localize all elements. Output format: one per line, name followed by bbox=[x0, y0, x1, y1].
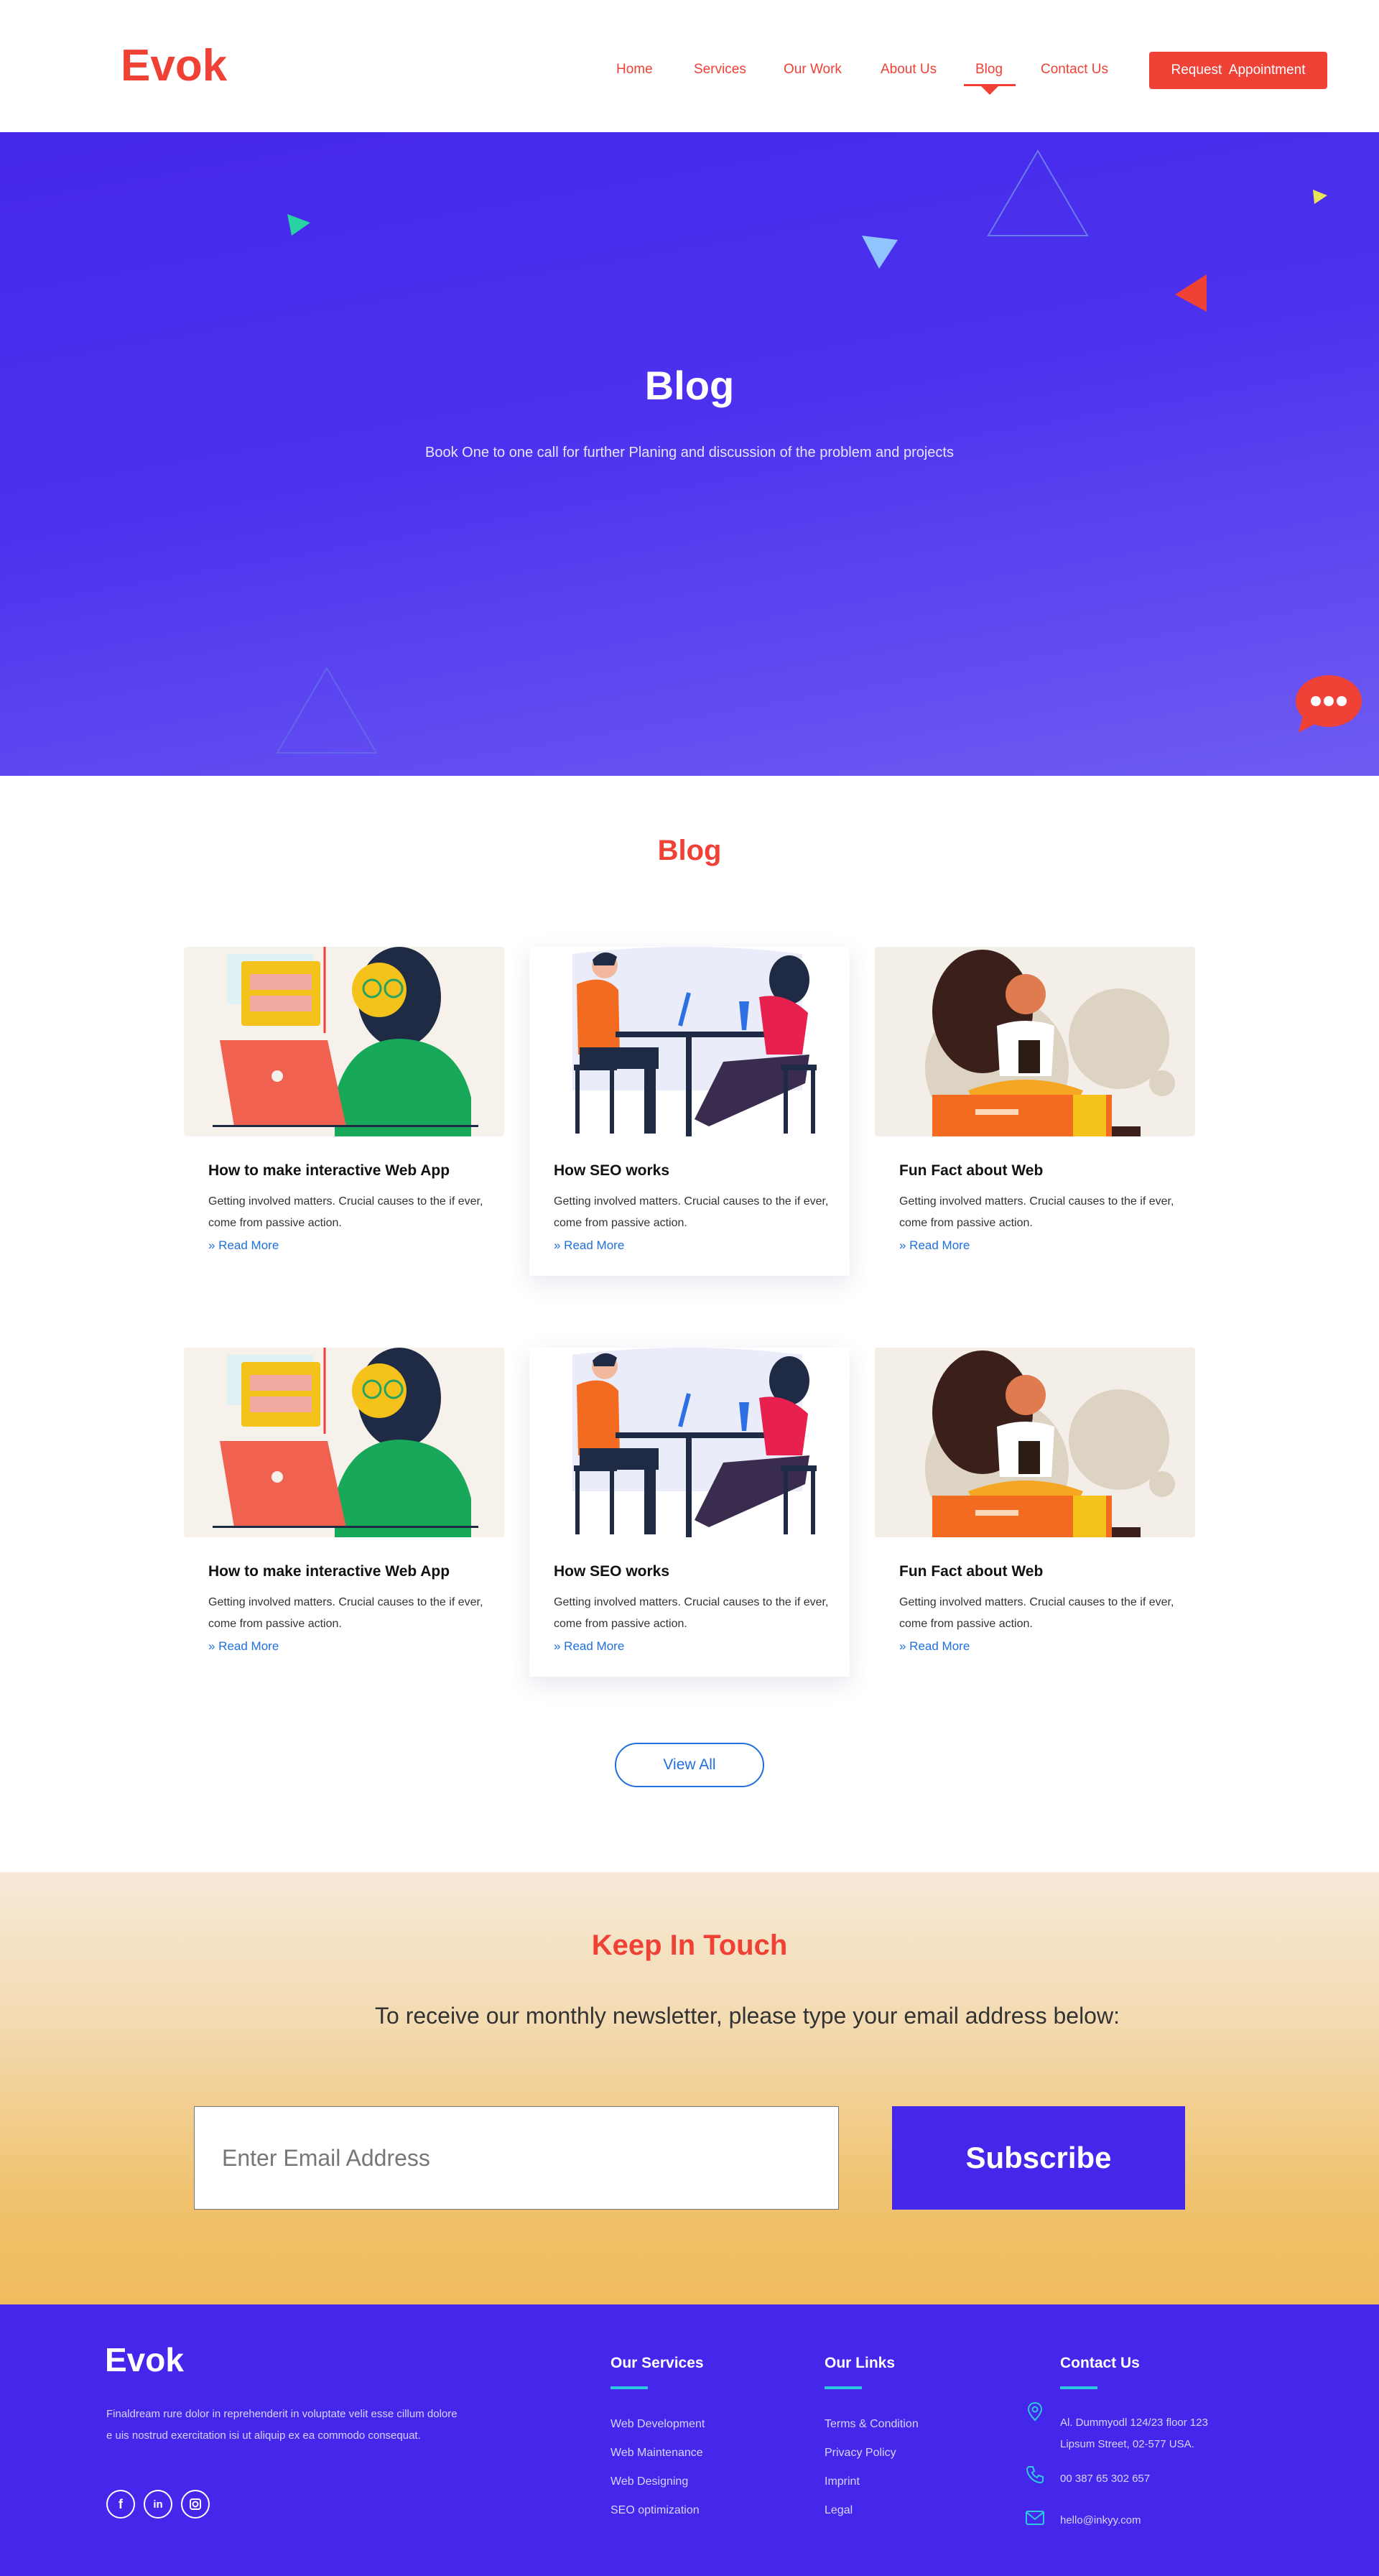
footer-link-imprint[interactable]: Imprint bbox=[825, 2475, 860, 2488]
footer-link-terms[interactable]: Terms & Condition bbox=[825, 2418, 919, 2431]
blog-card-image bbox=[875, 947, 1195, 1136]
footer-link-legal[interactable]: Legal bbox=[825, 2504, 853, 2517]
blog-card-image bbox=[875, 1348, 1195, 1537]
site-header: Evok Home Services Our Work About Us Blo… bbox=[0, 0, 1379, 132]
footer-logo[interactable]: Evok bbox=[105, 2340, 184, 2379]
footer-contact-title: Contact Us bbox=[1060, 2355, 1140, 2371]
blog-card: Fun Fact about Web Getting involved matt… bbox=[875, 947, 1195, 1277]
mail-icon bbox=[1026, 2511, 1044, 2525]
blog-card-excerpt: Getting involved matters. Crucial causes… bbox=[554, 1195, 829, 1229]
blog-section-heading: Blog bbox=[657, 835, 722, 866]
blog-card-excerpt: Getting involved matters. Crucial causes… bbox=[899, 1596, 1174, 1630]
footer-services-title: Our Services bbox=[610, 2355, 704, 2371]
blog-card-excerpt: Getting involved matters. Crucial causes… bbox=[899, 1195, 1174, 1229]
hero-subtitle: Book One to one call for further Planing… bbox=[425, 445, 954, 460]
blog-card-image bbox=[184, 947, 504, 1136]
footer-title-accent bbox=[610, 2386, 648, 2389]
blog-card: How to make interactive Web App Getting … bbox=[184, 1348, 504, 1678]
read-more-link[interactable]: » Read More bbox=[899, 1639, 970, 1654]
read-more-link[interactable]: » Read More bbox=[899, 1238, 970, 1253]
footer-links-title: Our Links bbox=[825, 2355, 896, 2371]
footer-link-web-maintenance[interactable]: Web Maintenance bbox=[610, 2447, 703, 2460]
newsletter-description: To receive our monthly newsletter, pleas… bbox=[375, 2003, 1120, 2029]
woman-with-laptop-illustration bbox=[184, 1348, 504, 1537]
nav-services[interactable]: Services bbox=[694, 62, 746, 78]
location-pin-icon bbox=[1027, 2401, 1043, 2422]
blog-card-title[interactable]: Fun Fact about Web bbox=[899, 1563, 1043, 1580]
footer-link-web-development[interactable]: Web Development bbox=[610, 2418, 705, 2431]
blog-card-excerpt: Getting involved matters. Crucial causes… bbox=[208, 1596, 483, 1630]
footer-address-line2: Lipsum Street, 02-577 USA. bbox=[1060, 2438, 1194, 2450]
hero-title: Blog bbox=[644, 363, 735, 408]
blog-card: How to make interactive Web App Getting … bbox=[184, 947, 504, 1277]
view-all-button[interactable]: View All bbox=[615, 1743, 764, 1787]
woman-reading-book-illustration bbox=[875, 1348, 1195, 1537]
footer-title-accent bbox=[825, 2386, 862, 2389]
nav-about-us[interactable]: About Us bbox=[881, 62, 937, 78]
hero-banner: Blog Book One to one call for further Pl… bbox=[0, 132, 1379, 776]
active-nav-caret bbox=[981, 86, 998, 95]
footer-email[interactable]: hello@inkyy.com bbox=[1060, 2510, 1141, 2531]
blog-card-title[interactable]: How SEO works bbox=[554, 1162, 669, 1180]
blog-card-image bbox=[529, 1348, 850, 1537]
blog-card: How SEO works Getting involved matters. … bbox=[529, 947, 850, 1276]
blog-card-excerpt: Getting involved matters. Crucial causes… bbox=[208, 1195, 483, 1229]
blog-card-title[interactable]: How to make interactive Web App bbox=[208, 1162, 450, 1180]
read-more-link[interactable]: » Read More bbox=[208, 1639, 279, 1654]
nav-blog[interactable]: Blog bbox=[975, 62, 1003, 78]
footer-phone[interactable]: 00 387 65 302 657 bbox=[1060, 2468, 1150, 2490]
instagram-glyph-icon bbox=[190, 2498, 201, 2510]
woman-reading-book-illustration bbox=[875, 947, 1195, 1136]
blog-card: How SEO works Getting involved matters. … bbox=[529, 1348, 850, 1677]
footer-about-text: Finaldream rure dolor in reprehenderit i… bbox=[106, 2408, 458, 2442]
blog-card-image bbox=[184, 1348, 504, 1537]
footer-link-web-designing[interactable]: Web Designing bbox=[610, 2475, 688, 2488]
read-more-link[interactable]: » Read More bbox=[554, 1639, 624, 1654]
instagram-icon[interactable] bbox=[181, 2490, 210, 2519]
footer-title-accent bbox=[1060, 2386, 1097, 2389]
blog-card-title[interactable]: How SEO works bbox=[554, 1563, 669, 1580]
footer-address-line1: Al. Dummyodl 124/23 floor 123 bbox=[1060, 2417, 1208, 2429]
blog-card: Fun Fact about Web Getting involved matt… bbox=[875, 1348, 1195, 1678]
blog-card-title[interactable]: Fun Fact about Web bbox=[899, 1162, 1043, 1180]
footer-link-seo-optimization[interactable]: SEO optimization bbox=[610, 2504, 700, 2517]
nav-home[interactable]: Home bbox=[616, 62, 653, 78]
two-people-at-table-illustration bbox=[529, 1348, 850, 1537]
newsletter-section: Keep In Touch To receive our monthly new… bbox=[0, 1872, 1379, 2304]
read-more-link[interactable]: » Read More bbox=[554, 1238, 624, 1253]
decorative-triangle-red bbox=[1175, 274, 1207, 312]
chat-bubble-icon[interactable] bbox=[1293, 674, 1362, 734]
decorative-triangle-lightblue bbox=[862, 236, 898, 269]
read-more-link[interactable]: » Read More bbox=[208, 1238, 279, 1253]
email-field[interactable] bbox=[194, 2106, 839, 2210]
facebook-icon[interactable]: f bbox=[106, 2490, 135, 2519]
blog-card-title[interactable]: How to make interactive Web App bbox=[208, 1563, 450, 1580]
footer-link-privacy[interactable]: Privacy Policy bbox=[825, 2447, 896, 2460]
blog-card-image bbox=[529, 947, 850, 1136]
decorative-triangle-outline-faint bbox=[276, 667, 378, 754]
decorative-triangle-outline bbox=[987, 149, 1089, 236]
decorative-triangle-yellow bbox=[1313, 190, 1327, 204]
newsletter-title: Keep In Touch bbox=[591, 1929, 788, 1961]
logo[interactable]: Evok bbox=[121, 40, 227, 91]
nav-contact-us[interactable]: Contact Us bbox=[1041, 62, 1108, 78]
request-appointment-button[interactable]: Request Appointment bbox=[1149, 52, 1327, 89]
two-people-at-table-illustration bbox=[529, 947, 850, 1136]
woman-with-laptop-illustration bbox=[184, 947, 504, 1136]
subscribe-button[interactable]: Subscribe bbox=[892, 2106, 1185, 2210]
decorative-triangle-green bbox=[287, 214, 310, 236]
site-footer: Evok Finaldream rure dolor in reprehende… bbox=[0, 2304, 1379, 2576]
blog-card-excerpt: Getting involved matters. Crucial causes… bbox=[554, 1596, 829, 1630]
nav-our-work[interactable]: Our Work bbox=[784, 62, 842, 78]
phone-icon bbox=[1026, 2466, 1044, 2484]
linkedin-icon[interactable]: in bbox=[144, 2490, 172, 2519]
